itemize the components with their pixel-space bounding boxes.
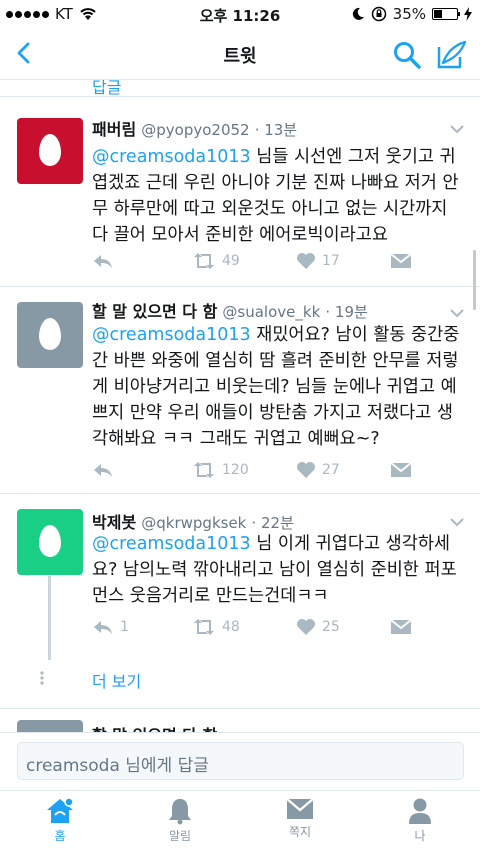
tab-notifications-label: 알림	[168, 829, 192, 843]
reply-action[interactable]	[92, 252, 120, 270]
like-count: 25	[322, 619, 340, 635]
reply-icon	[94, 464, 112, 477]
retweet-action[interactable]: 49	[192, 252, 240, 270]
avatar[interactable]	[17, 118, 83, 184]
tweet-item[interactable]: 박제봇 @qkrwpgksek · 22분 @creamsoda1013 님 이…	[0, 493, 480, 663]
like-action[interactable]: 17	[296, 252, 340, 270]
tab-bar: 홈 알림 쪽지 나	[0, 790, 480, 854]
display-name[interactable]: 할 말 있으면 다 함	[92, 302, 217, 321]
handle: @sualove_kk	[222, 303, 321, 321]
tab-notifications[interactable]: 알림	[150, 797, 210, 844]
like-count: 27	[322, 462, 340, 478]
reply-input[interactable]: creamsoda 님에게 답글	[17, 742, 464, 780]
dm-action[interactable]	[390, 618, 412, 636]
battery-icon	[432, 8, 460, 20]
tweet-header: 패버림 @pyopyo2052 · 13분	[92, 116, 297, 140]
reply-count: 1	[120, 619, 129, 635]
avatar[interactable]	[17, 509, 83, 575]
heart-icon	[297, 462, 315, 478]
retweet-icon	[194, 619, 214, 635]
tweet-actions: 1 48 25	[92, 618, 464, 642]
battery-percent: 35%	[392, 5, 426, 23]
avatar[interactable]	[17, 302, 83, 368]
tweet-text: @creamsoda1013 님들 시선엔 그저 웃기고 귀엽겠죠 근데 우린 …	[92, 144, 464, 248]
tweet-actions: 49 17	[92, 252, 464, 276]
person-icon	[409, 798, 431, 824]
tab-me-label: 나	[414, 829, 426, 843]
mention-link[interactable]: @creamsoda1013	[92, 325, 251, 345]
handle: @qkrwpgksek	[141, 514, 247, 532]
charging-icon	[464, 7, 472, 21]
retweet-count: 49	[222, 253, 240, 269]
tweet-header: 박제봇 @qkrwpgksek · 22분	[92, 509, 294, 533]
chevron-down-icon[interactable]	[450, 124, 464, 134]
tab-me[interactable]: 나	[390, 797, 450, 844]
bell-icon	[169, 799, 191, 825]
envelope-icon	[286, 798, 314, 819]
show-more-link[interactable]: 더 보기	[92, 668, 141, 692]
display-name[interactable]: 박제봇	[92, 513, 136, 532]
retweet-icon	[194, 462, 214, 478]
reply-icon	[94, 621, 112, 634]
status-right: 35%	[352, 5, 472, 23]
moon-icon	[352, 7, 364, 20]
search-icon[interactable]	[392, 40, 422, 70]
egg-icon	[39, 525, 61, 557]
heart-icon	[297, 619, 315, 635]
retweet-count: 120	[222, 462, 249, 478]
scrollbar[interactable]	[473, 250, 476, 310]
display-name[interactable]: 패버림	[92, 120, 136, 139]
reply-icon	[94, 255, 112, 268]
tweet-actions: 120 27	[92, 461, 464, 485]
envelope-icon	[390, 462, 412, 477]
retweet-action[interactable]: 120	[192, 461, 249, 479]
compose-tweet-icon[interactable]	[436, 40, 468, 70]
tweet-item[interactable]: 할 말 있으면 다 함 @sualove_kk · 19분 @creamsoda…	[0, 286, 480, 486]
like-action[interactable]: 25	[296, 618, 340, 636]
egg-icon	[39, 134, 61, 166]
timestamp: · 19분	[325, 303, 368, 321]
egg-icon	[39, 318, 61, 350]
chevron-down-icon[interactable]	[450, 308, 464, 318]
rotation-lock-icon	[371, 6, 386, 22]
home-icon	[47, 797, 74, 823]
envelope-icon	[390, 253, 412, 268]
envelope-icon	[390, 619, 412, 634]
heart-icon	[297, 253, 315, 269]
reply-action[interactable]	[92, 461, 120, 479]
reply-bar: creamsoda 님에게 답글	[0, 732, 480, 790]
nav-bar: 트윗	[0, 28, 480, 80]
ellipsis-icon	[40, 671, 54, 685]
tab-messages[interactable]: 쪽지	[270, 797, 330, 840]
like-count: 17	[322, 253, 340, 269]
handle: @pyopyo2052	[141, 121, 250, 139]
mention-link[interactable]: @creamsoda1013	[92, 534, 251, 554]
reply-action[interactable]: 1	[92, 618, 129, 636]
status-bar: KT 오후 11:26 35%	[0, 0, 480, 28]
tweet-text: @creamsoda1013 재밌어요? 남이 활동 중간중간 바쁜 와중에 열…	[92, 322, 464, 452]
dm-action[interactable]	[390, 461, 412, 479]
tab-messages-label: 쪽지	[288, 825, 312, 839]
tweet-item[interactable]: 패버림 @pyopyo2052 · 13분 @creamsoda1013 님들 …	[0, 96, 480, 292]
display-name[interactable]: 할 말 있으면 다 함	[92, 722, 217, 732]
tweet-text: @creamsoda1013 님 이게 귀엽다고 생각하세요? 남의노력 깎아내…	[92, 531, 464, 609]
avatar[interactable]	[17, 720, 83, 732]
retweet-action[interactable]: 48	[192, 618, 240, 636]
timestamp: · 13분	[254, 121, 298, 139]
tab-home-label: 홈	[54, 829, 66, 843]
chevron-down-icon[interactable]	[450, 517, 464, 527]
timestamp: · 22분	[251, 514, 294, 532]
tweet-header: 할 말 있으면 다 함 @sualove_kk · 19분	[92, 298, 368, 322]
retweet-count: 48	[222, 619, 240, 635]
tab-home[interactable]: 홈	[30, 797, 90, 844]
dm-action[interactable]	[390, 252, 412, 270]
like-action[interactable]: 27	[296, 461, 340, 479]
mention-link[interactable]: @creamsoda1013	[92, 147, 251, 167]
tweet-feed[interactable]: 답글 패버림 @pyopyo2052 · 13분 @creamsoda1013 …	[0, 80, 480, 732]
retweet-icon	[194, 253, 214, 269]
thread-line	[48, 576, 51, 660]
divider	[0, 708, 480, 709]
